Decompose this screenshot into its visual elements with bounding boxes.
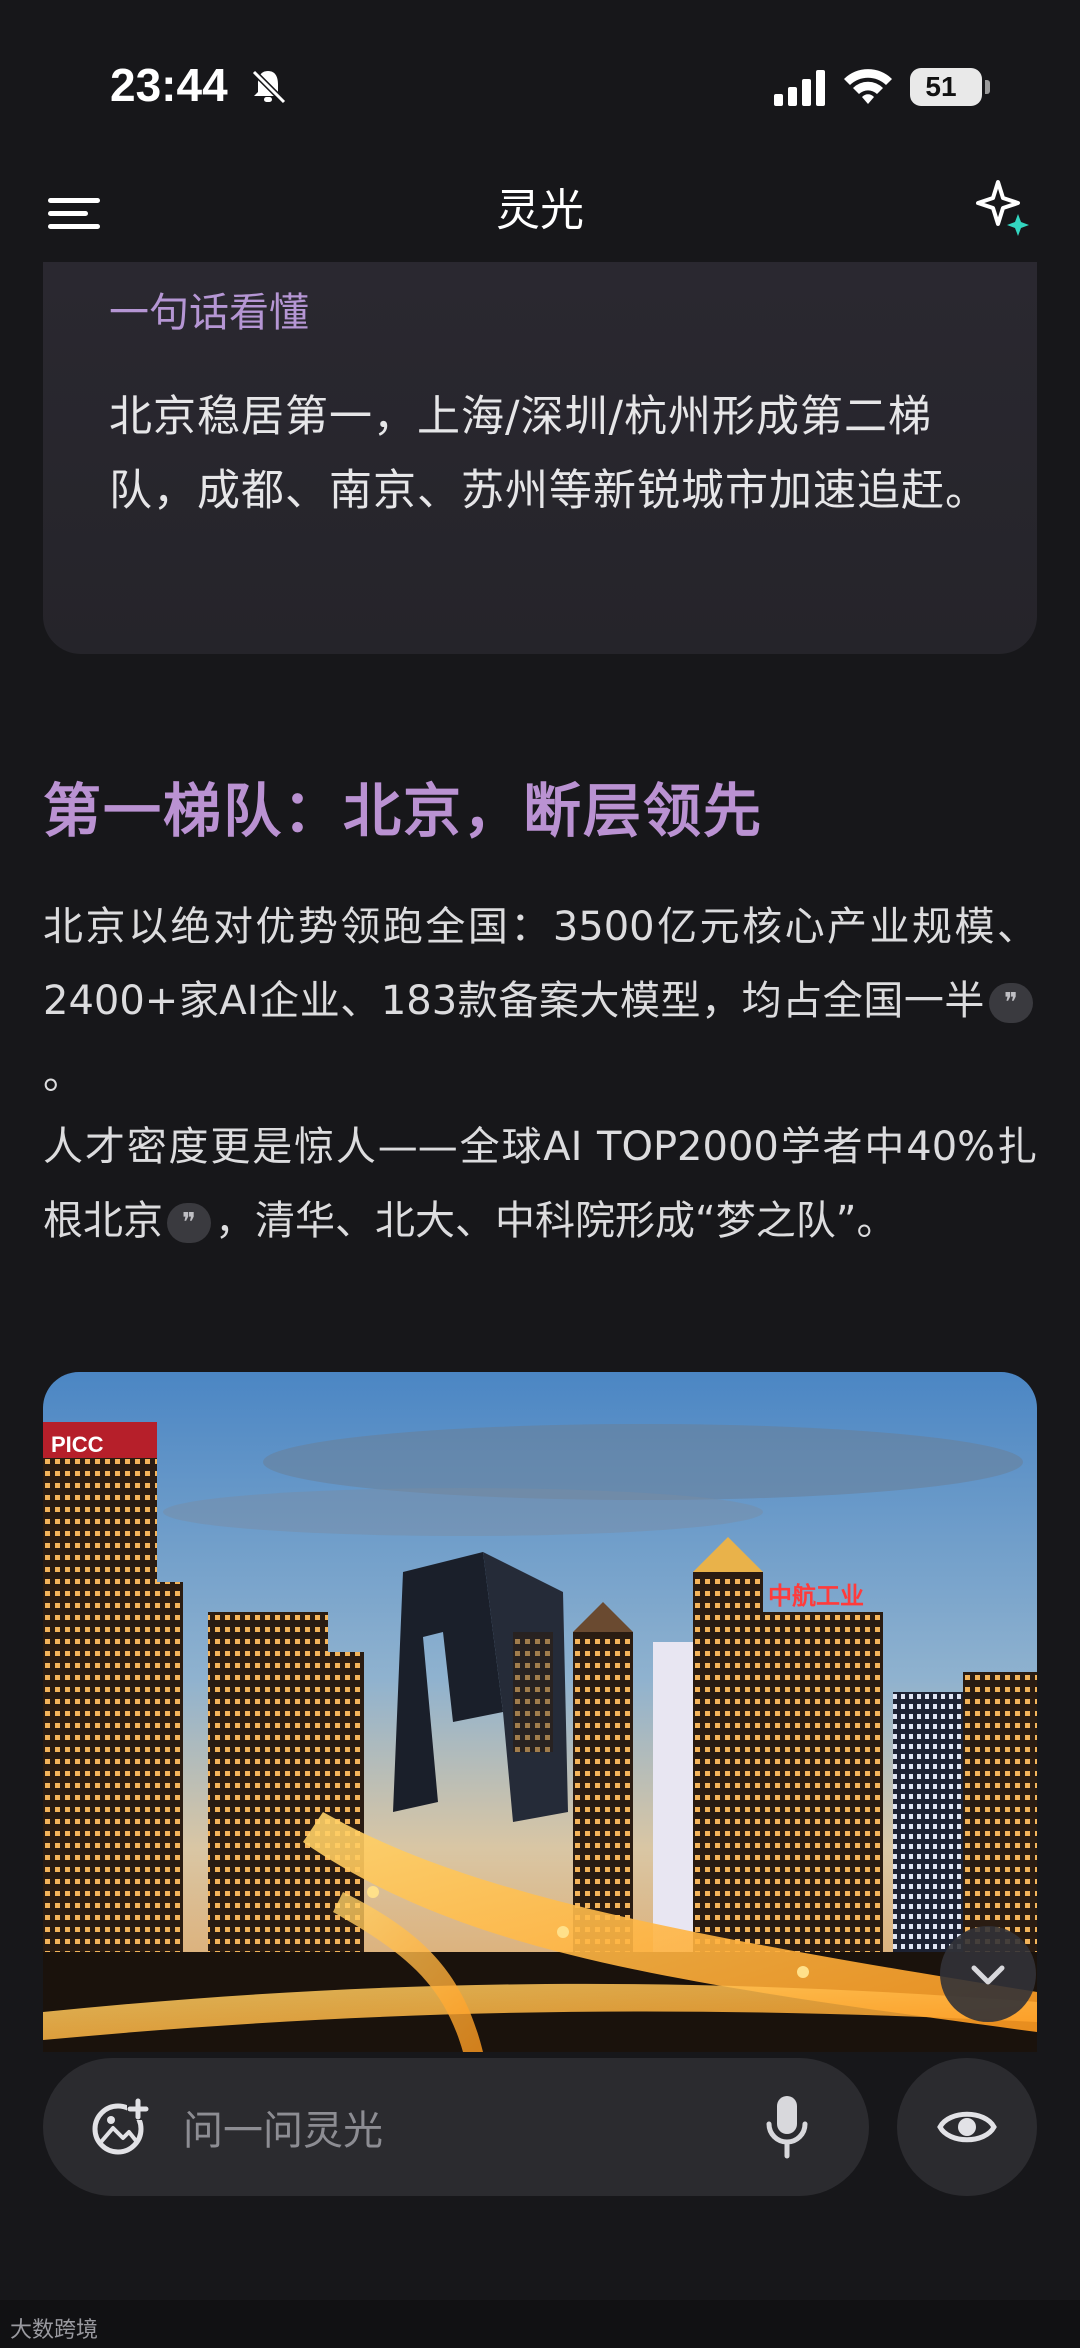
bell-muted-icon: [251, 69, 287, 105]
summary-text: 北京稳居第一，上海/深圳/杭州形成第二梯队，成都、南京、苏州等新锐城市加速追赶。: [109, 392, 989, 516]
summary-card: 一句话看懂 北京稳居第一，上海/深圳/杭州形成第二梯队，成都、南京、苏州等新锐城…: [43, 262, 1037, 654]
paragraph-2-end: ，清华、北大、中科院形成“梦之队”。: [215, 1198, 897, 1244]
summary-title: 一句话看懂: [109, 290, 309, 336]
page-title: 灵光: [496, 185, 584, 236]
paragraph-1: 北京以绝对优势领跑全国：3500亿元核心产业规模、2400+家AI企业、183款…: [43, 890, 1037, 1112]
status-bar: 23:44 51: [0, 0, 1080, 170]
chat-input-bar[interactable]: 问一问灵光: [43, 2058, 869, 2196]
watermark: 大数跨境: [10, 2318, 99, 2343]
cellular-signal-icon: [774, 70, 825, 106]
eye-icon: [937, 2111, 997, 2143]
paragraph-1-end: 。: [43, 1052, 83, 1098]
new-chat-button[interactable]: [972, 176, 1036, 240]
sparkle-icon: [976, 180, 1029, 236]
status-time: 23:44: [110, 59, 228, 111]
app-header: 灵光: [0, 170, 1080, 270]
scroll-down-button[interactable]: [940, 1926, 1036, 2022]
avic-sign: 中航工业: [768, 1582, 864, 1610]
battery-indicator: 51: [910, 68, 990, 106]
bottom-strip: [0, 2300, 1080, 2348]
wifi-icon: [844, 69, 892, 104]
battery-level: 51: [925, 71, 957, 102]
mic-icon[interactable]: [763, 2094, 811, 2160]
chevron-down-icon: [971, 1965, 1005, 1985]
paragraph-1-text: 北京以绝对优势领跑全国：3500亿元核心产业规模、2400+家AI企业、183款…: [43, 904, 1037, 1024]
cityscape-illustration: PICC 中航工业: [43, 1372, 1037, 2052]
picc-sign: PICC: [51, 1432, 104, 1457]
add-photo-icon[interactable]: [91, 2098, 149, 2156]
paragraph-2: 人才密度更是惊人——全球AI TOP2000学者中40%扎根北京 ❞ ，清华、北大、…: [43, 1110, 1037, 1258]
section-heading: 第一梯队：北京，断层领先: [43, 777, 764, 845]
citation-icon[interactable]: ❞: [989, 983, 1033, 1023]
citation-icon[interactable]: ❞: [167, 1203, 211, 1243]
chat-input-placeholder[interactable]: 问一问灵光: [183, 2098, 383, 2156]
vision-button[interactable]: [897, 2058, 1037, 2196]
beijing-cityscape-image[interactable]: PICC 中航工业: [43, 1372, 1037, 2052]
